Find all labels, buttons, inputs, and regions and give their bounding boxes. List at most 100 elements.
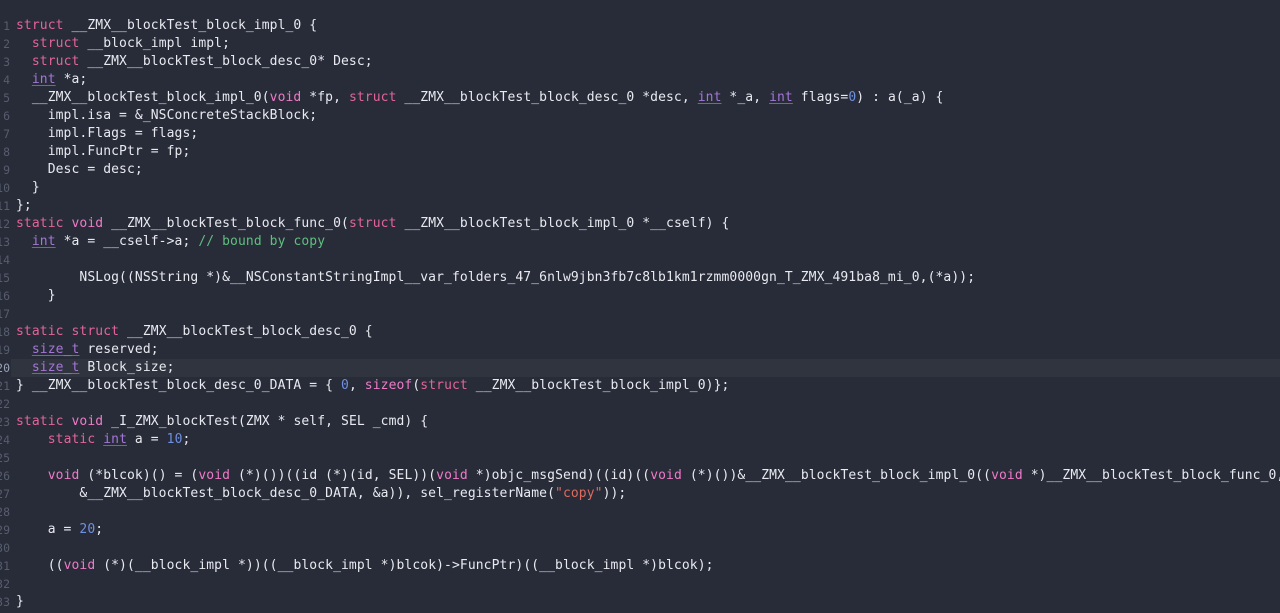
code-text-area[interactable]: struct __ZMX__blockTest_block_impl_0 { s… xyxy=(11,0,1280,613)
line-number: 25 xyxy=(0,451,10,465)
code-token-keyword: struct xyxy=(348,90,397,105)
code-line[interactable]: ((void (*)(__block_impl *))((__block_imp… xyxy=(11,557,1280,575)
code-token-plain: __ZMX__blockTest_block_impl_0 *__cself) … xyxy=(396,216,730,231)
line-number: 31 xyxy=(0,559,10,573)
code-token-plain: }; xyxy=(16,198,32,213)
code-token-plain: (*blcok)() = ( xyxy=(79,468,199,483)
code-token-plain: impl.isa = &_NSConcreteStackBlock; xyxy=(16,108,318,123)
code-line[interactable]: Desc = desc; xyxy=(11,161,1280,179)
code-token-type: void xyxy=(63,558,96,573)
line-number: 30 xyxy=(0,541,10,555)
code-line[interactable]: static int a = 10; xyxy=(11,431,1280,449)
code-token-builtin_type: int xyxy=(103,432,127,447)
line-number: 18 xyxy=(0,325,10,339)
code-line[interactable]: size_t Block_size; xyxy=(11,359,1280,377)
line-number: 6 xyxy=(3,109,10,123)
code-token-plain: (*)())&__ZMX__blockTest_block_impl_0(( xyxy=(681,468,992,483)
code-line[interactable] xyxy=(11,305,1280,323)
line-number: 9 xyxy=(3,163,10,177)
code-line[interactable] xyxy=(11,503,1280,521)
code-line[interactable]: NSLog((NSString *)&__NSConstantStringImp… xyxy=(11,269,1280,287)
code-token-plain: *)__ZMX__blockTest_block_func_0, xyxy=(1022,468,1280,483)
code-line[interactable] xyxy=(11,251,1280,269)
code-token-plain: ; xyxy=(95,522,104,537)
code-token-plain: impl.FuncPtr = fp; xyxy=(16,144,191,159)
line-number: 16 xyxy=(0,289,10,303)
code-token-plain: __ZMX__blockTest_block_impl_0)}; xyxy=(467,378,730,393)
code-token-type: void xyxy=(269,90,302,105)
code-line[interactable]: int *a = __cself->a; // bound by copy xyxy=(11,233,1280,251)
code-token-builtin_type: size_t xyxy=(31,342,80,357)
code-token-plain: *a; xyxy=(55,72,88,87)
line-number: 29 xyxy=(0,523,10,537)
code-line[interactable]: int *a; xyxy=(11,71,1280,89)
code-token-builtin_type: size_t xyxy=(31,360,80,375)
code-token-plain: __block_impl impl; xyxy=(79,36,231,51)
code-token-plain: __ZMX__blockTest_block_impl_0 { xyxy=(63,18,318,33)
code-token-number: 20 xyxy=(79,522,96,537)
code-token-plain: Desc = desc; xyxy=(16,162,143,177)
code-token-plain: NSLog((NSString *)&__NSConstantStringImp… xyxy=(16,270,976,285)
code-token-comment: // bound by copy xyxy=(198,234,326,249)
code-token-plain: *a = __cself->a; xyxy=(55,234,199,249)
code-line[interactable] xyxy=(11,539,1280,557)
code-token-keyword: struct xyxy=(16,18,64,33)
code-line[interactable]: static void _I_ZMX_blockTest(ZMX * self,… xyxy=(11,413,1280,431)
code-token-type: void xyxy=(436,468,468,483)
line-number: 14 xyxy=(0,253,10,267)
code-line[interactable]: void (*blcok)() = (void (*)())((id (*)(i… xyxy=(11,467,1280,485)
code-line[interactable]: struct __ZMX__blockTest_block_impl_0 { xyxy=(11,17,1280,35)
line-number: 4 xyxy=(3,73,10,87)
code-token-plain: __ZMX__blockTest_block_desc_0 { xyxy=(119,324,373,339)
code-line[interactable]: struct __block_impl impl; xyxy=(11,35,1280,53)
line-number: 21 xyxy=(0,379,10,393)
code-token-plain: *_a, xyxy=(721,90,770,105)
code-token-plain: a = xyxy=(127,432,167,447)
code-line[interactable]: __ZMX__blockTest_block_impl_0(void *fp, … xyxy=(11,89,1280,107)
code-line[interactable]: a = 20; xyxy=(11,521,1280,539)
line-number: 33 xyxy=(0,595,10,609)
line-number: 13 xyxy=(0,235,10,249)
code-token-keyword: static xyxy=(16,414,64,429)
code-editor[interactable]: 1234567891011121314151617181920212223242… xyxy=(0,0,1280,613)
line-number: 2 xyxy=(3,37,10,51)
code-line[interactable]: impl.FuncPtr = fp; xyxy=(11,143,1280,161)
code-line[interactable]: &__ZMX__blockTest_block_desc_0_DATA, &a)… xyxy=(11,485,1280,503)
code-line[interactable]: } xyxy=(11,593,1280,611)
line-number: 5 xyxy=(3,91,10,105)
code-line[interactable]: static void __ZMX__blockTest_block_func_… xyxy=(11,215,1280,233)
code-line[interactable] xyxy=(11,575,1280,593)
code-line[interactable]: } __ZMX__blockTest_block_desc_0_DATA = {… xyxy=(11,377,1280,395)
line-number: 28 xyxy=(0,505,10,519)
code-line[interactable]: static struct __ZMX__blockTest_block_des… xyxy=(11,323,1280,341)
code-token-type: sizeof xyxy=(364,378,413,393)
code-token-plain: } xyxy=(16,288,56,303)
code-token-keyword: struct xyxy=(348,216,397,231)
code-token-type: void xyxy=(71,414,104,429)
code-line[interactable] xyxy=(11,449,1280,467)
code-token-plain: ) : a(_a) { xyxy=(856,90,944,105)
code-line[interactable]: impl.isa = &_NSConcreteStackBlock; xyxy=(11,107,1280,125)
code-token-plain: , xyxy=(348,378,365,393)
code-line[interactable]: } xyxy=(11,287,1280,305)
code-token-plain: __ZMX__blockTest_block_desc_0 *desc, xyxy=(396,90,698,105)
line-number: 32 xyxy=(0,577,10,591)
code-line[interactable]: impl.Flags = flags; xyxy=(11,125,1280,143)
code-line[interactable]: }; xyxy=(11,197,1280,215)
code-line[interactable] xyxy=(11,395,1280,413)
code-token-plain: *)objc_msgSend)((id)(( xyxy=(467,468,651,483)
code-token-plain: *fp, xyxy=(301,90,349,105)
code-token-plain: (*)(__block_impl *))((__block_impl *)blc… xyxy=(95,558,714,573)
code-token-type: void xyxy=(47,468,80,483)
code-token-plain: flags= xyxy=(792,90,849,105)
code-line[interactable]: size_t reserved; xyxy=(11,341,1280,359)
code-token-keyword: struct xyxy=(31,54,80,69)
code-line[interactable]: } xyxy=(11,179,1280,197)
line-number: 27 xyxy=(0,487,10,501)
code-line[interactable]: struct __ZMX__blockTest_block_desc_0* De… xyxy=(11,53,1280,71)
line-number: 19 xyxy=(0,343,10,357)
